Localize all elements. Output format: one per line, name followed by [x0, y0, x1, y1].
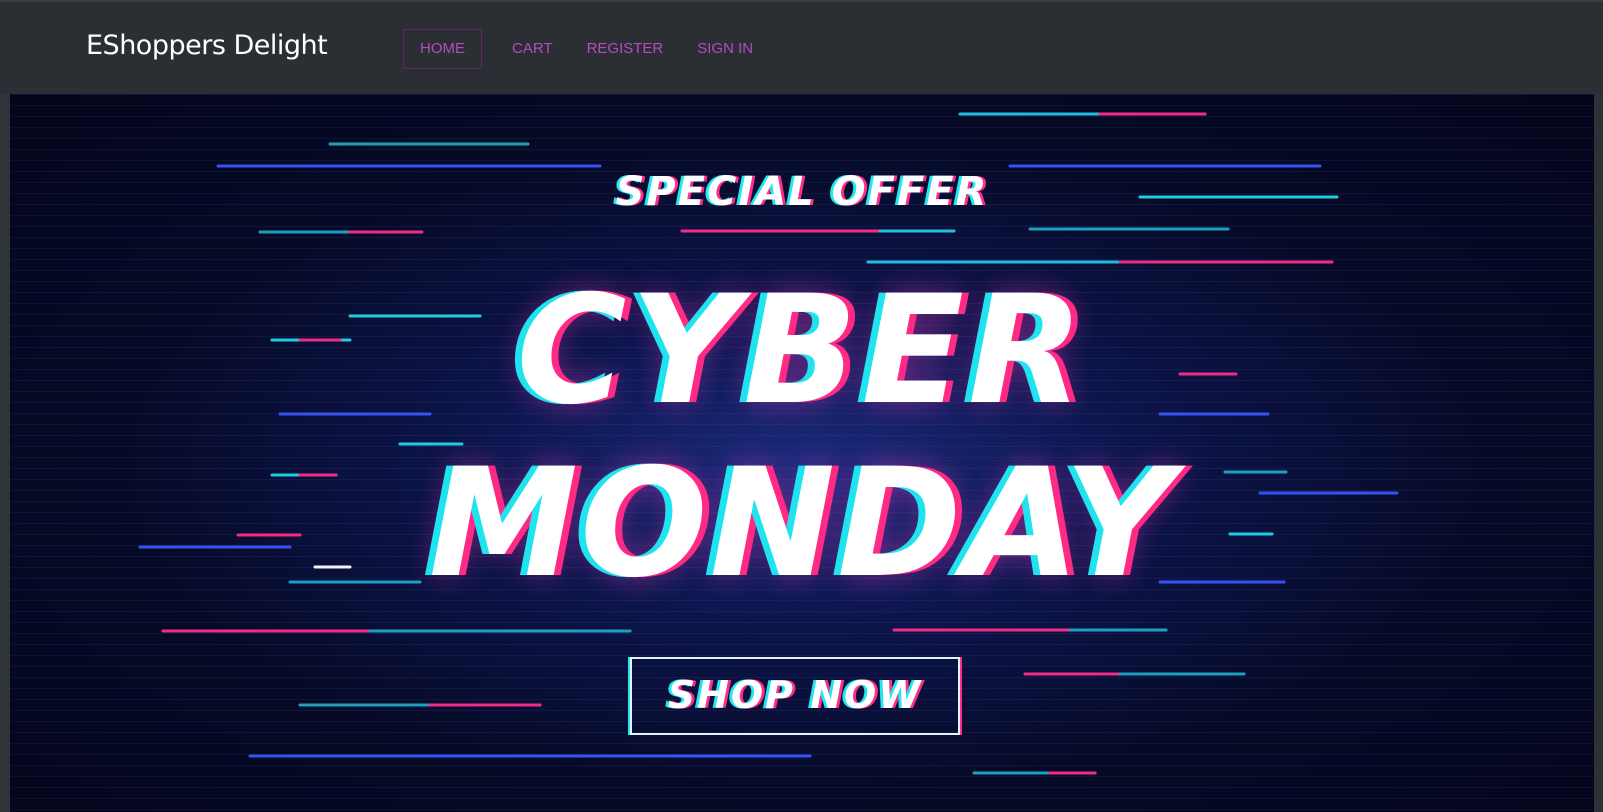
main-nav: HOME CART REGISTER SIGN IN — [403, 29, 771, 69]
nav-home-link[interactable]: HOME — [403, 29, 482, 69]
brand-logo[interactable]: EShoppers Delight — [86, 30, 328, 61]
shop-now-button[interactable]: SHOP NOW — [630, 657, 960, 735]
hero-banner[interactable]: SPECIAL OFFER CYBER MONDAY SHOP NOW — [10, 94, 1594, 812]
cyber-headline: CYBER — [516, 264, 1088, 438]
special-offer-heading: SPECIAL OFFER — [615, 169, 989, 215]
nav-cart-link[interactable]: CART — [496, 29, 569, 69]
top-navbar: EShoppers Delight HOME CART REGISTER SIG… — [0, 0, 1603, 94]
monday-headline: MONDAY — [428, 437, 1176, 611]
nav-register-link[interactable]: REGISTER — [571, 29, 680, 69]
page-left-edge — [0, 94, 10, 812]
nav-sign-in-link[interactable]: SIGN IN — [681, 29, 769, 69]
